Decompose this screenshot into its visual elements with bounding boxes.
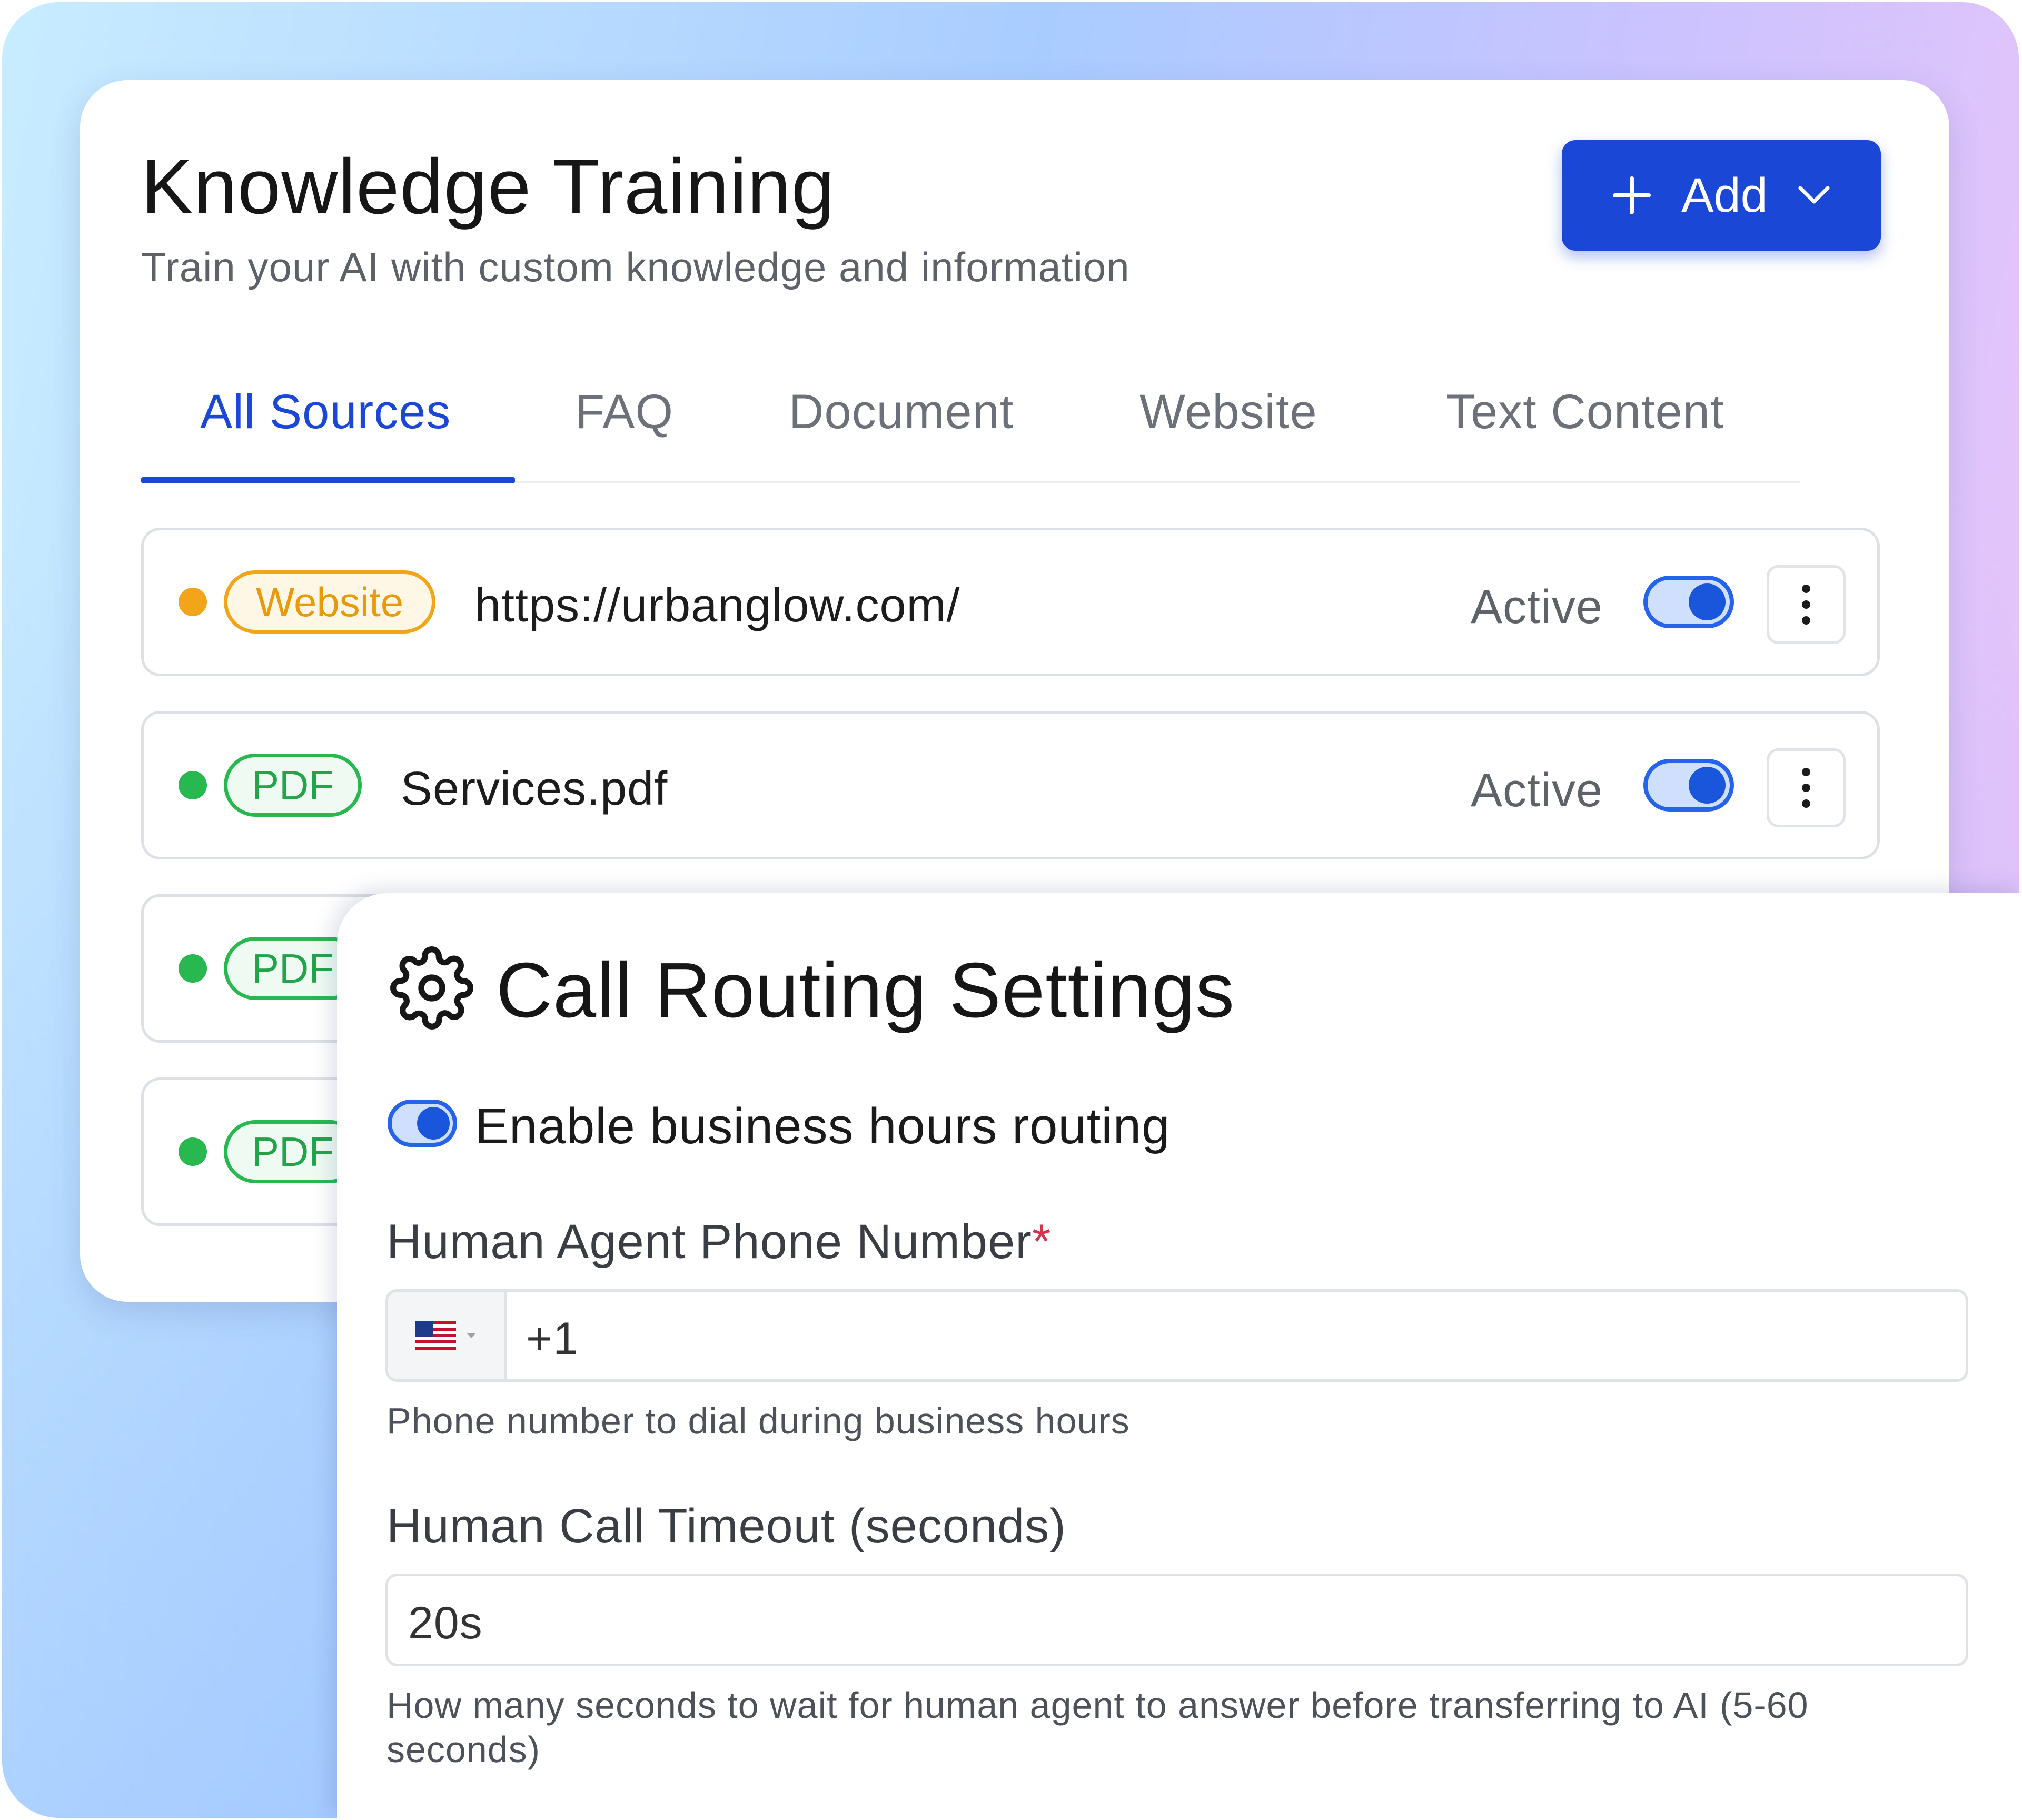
source-row[interactable]: Website https://urbanglow.com/ Active bbox=[141, 528, 1880, 676]
source-active-toggle[interactable] bbox=[1643, 759, 1734, 812]
phone-field-hint: Phone number to dial during business hou… bbox=[386, 1400, 1130, 1441]
timeout-value: 20s bbox=[408, 1598, 483, 1648]
more-vertical-icon bbox=[1802, 768, 1810, 808]
source-status: Active bbox=[1471, 764, 1603, 817]
source-tabs: All Sources FAQ Document Website Text Co… bbox=[141, 369, 1800, 484]
phone-field-label: Human Agent Phone Number* bbox=[386, 1215, 1052, 1269]
timeout-field-label: Human Call Timeout (seconds) bbox=[386, 1499, 1066, 1553]
status-dot bbox=[179, 771, 207, 799]
business-hours-label: Enable business hours routing bbox=[475, 1098, 1171, 1154]
page-title: Knowledge Training bbox=[141, 143, 835, 230]
caret-down-icon bbox=[467, 1333, 476, 1338]
source-row[interactable]: PDF Services.pdf Active bbox=[141, 711, 1880, 859]
tab-text-content[interactable]: Text Content bbox=[1446, 384, 1724, 440]
more-vertical-icon bbox=[1802, 585, 1810, 625]
chevron-down-icon bbox=[1797, 185, 1831, 206]
tab-all-sources[interactable]: All Sources bbox=[200, 384, 451, 440]
source-status: Active bbox=[1471, 581, 1603, 634]
call-routing-panel: Call Routing Settings Enable business ho… bbox=[337, 893, 2022, 1820]
more-options-button[interactable] bbox=[1767, 748, 1846, 827]
tab-document[interactable]: Document bbox=[789, 384, 1014, 440]
source-active-toggle[interactable] bbox=[1643, 576, 1734, 628]
status-dot bbox=[179, 588, 207, 616]
us-flag-icon bbox=[415, 1321, 456, 1350]
active-tab-indicator bbox=[141, 477, 515, 483]
source-type-badge: Website bbox=[224, 570, 435, 634]
add-button[interactable]: Add bbox=[1562, 140, 1881, 251]
required-marker: * bbox=[1032, 1215, 1052, 1269]
phone-number-value: +1 bbox=[526, 1313, 579, 1364]
tab-website[interactable]: Website bbox=[1139, 384, 1317, 440]
source-name: Services.pdf bbox=[401, 763, 668, 815]
panel-title: Call Routing Settings bbox=[496, 947, 1235, 1034]
page-subtitle: Train your AI with custom knowledge and … bbox=[141, 244, 1130, 290]
add-button-label: Add bbox=[1681, 168, 1768, 222]
country-select[interactable] bbox=[388, 1292, 507, 1379]
phone-number-field[interactable]: +1 bbox=[385, 1289, 1968, 1382]
timeout-field-hint: How many seconds to wait for human agent… bbox=[386, 1685, 1809, 1770]
status-dot bbox=[179, 954, 207, 983]
more-options-button[interactable] bbox=[1767, 565, 1846, 644]
source-type-badge: PDF bbox=[224, 754, 362, 817]
gear-icon bbox=[390, 946, 474, 1033]
status-dot bbox=[179, 1138, 207, 1166]
timeout-field[interactable]: 20s bbox=[385, 1574, 1968, 1666]
source-name: https://urbanglow.com/ bbox=[474, 579, 960, 632]
tab-faq[interactable]: FAQ bbox=[575, 384, 673, 440]
plus-icon bbox=[1612, 175, 1652, 215]
business-hours-toggle[interactable] bbox=[388, 1100, 457, 1147]
